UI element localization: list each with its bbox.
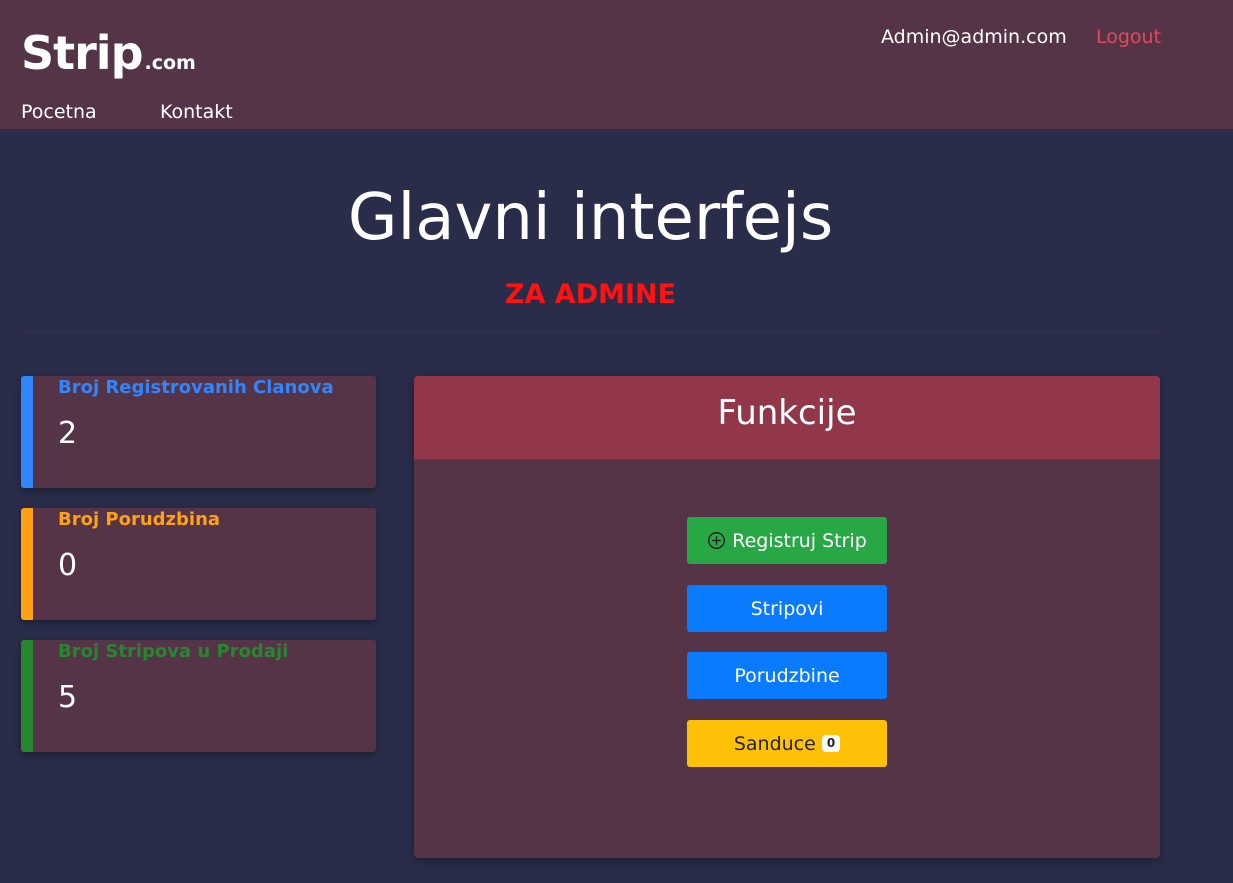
stat-card-members: Broj Registrovanih Clanova 2 <box>21 376 376 488</box>
inbox-label: Sanduce <box>733 732 816 755</box>
orders-label: Porudzbine <box>734 664 840 687</box>
stat-card-comics-for-sale: Broj Stripova u Prodaji 5 <box>21 640 376 752</box>
inbox-count-badge: 0 <box>821 734 841 753</box>
brand-name: Strip <box>21 26 143 80</box>
functions-panel: Funkcije Registruj Strip Stripovi Porudz… <box>414 376 1160 858</box>
page-subtitle: ZA ADMINE <box>504 279 677 310</box>
top-navbar: Strip .com Pocetna Kontakt Admin@admin.co… <box>0 0 1233 129</box>
inbox-button[interactable]: Sanduce 0 <box>687 720 887 767</box>
functions-panel-title: Funkcije <box>717 393 857 433</box>
comics-button[interactable]: Stripovi <box>687 585 887 632</box>
stat-accent-bar <box>21 508 33 620</box>
orders-button[interactable]: Porudzbine <box>687 652 887 699</box>
plus-circle-icon <box>707 531 726 550</box>
stat-value-orders: 0 <box>58 548 78 583</box>
user-email[interactable]: Admin@admin.com <box>881 26 1067 49</box>
stat-label-members: Broj Registrovanih Clanova <box>58 377 334 398</box>
functions-panel-header: Funkcije <box>414 376 1160 460</box>
divider <box>21 332 1161 333</box>
stat-value-comics-for-sale: 5 <box>58 680 78 715</box>
stat-accent-bar <box>21 376 33 488</box>
stat-label-comics-for-sale: Broj Stripova u Prodaji <box>58 641 289 662</box>
logout-link[interactable]: Logout <box>1096 26 1161 49</box>
stat-card-orders: Broj Porudzbina 0 <box>21 508 376 620</box>
brand-logo[interactable]: Strip .com <box>21 30 196 76</box>
stat-value-members: 2 <box>58 416 78 451</box>
comics-label: Stripovi <box>750 597 824 620</box>
nav-link-kontakt[interactable]: Kontakt <box>160 101 233 124</box>
register-comic-button[interactable]: Registruj Strip <box>687 517 887 564</box>
nav-link-pocetna[interactable]: Pocetna <box>21 101 97 124</box>
stat-label-orders: Broj Porudzbina <box>58 509 221 530</box>
brand-suffix: .com <box>144 52 196 74</box>
register-comic-label: Registruj Strip <box>732 529 867 552</box>
stat-accent-bar <box>21 640 33 752</box>
page-title: Glavni interfejs <box>347 181 834 255</box>
